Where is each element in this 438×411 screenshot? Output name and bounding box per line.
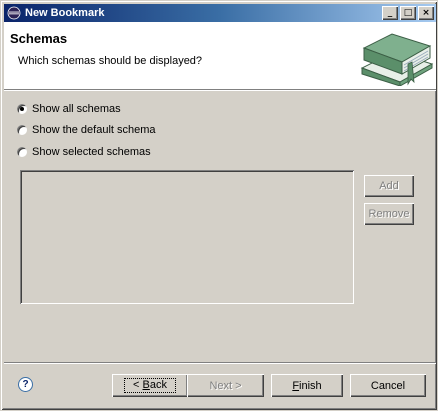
back-button-label: < Back (124, 378, 176, 393)
cancel-button[interactable]: Cancel (350, 374, 426, 397)
radio-label: Show all schemas (32, 103, 121, 115)
back-rest-text: ack (149, 379, 167, 391)
radio-show-default-schema[interactable]: Show the default schema (16, 123, 156, 137)
schema-list[interactable] (20, 170, 354, 304)
minimize-button[interactable]: _ (382, 6, 398, 20)
title-bar[interactable]: New Bookmark _ □ × (4, 4, 436, 22)
help-icon[interactable]: ? (18, 377, 33, 392)
page-title: Schemas (10, 31, 68, 46)
maximize-button[interactable]: □ (400, 6, 416, 20)
radio-button[interactable] (16, 146, 28, 158)
finish-button[interactable]: Finish (271, 374, 343, 397)
radio-label: Show selected schemas (32, 146, 151, 158)
eclipse-icon (6, 5, 22, 21)
banner-divider-highlight (4, 90, 436, 91)
back-arrow-text: < (133, 379, 143, 391)
finish-rest-text: inish (299, 379, 322, 392)
back-mnemonic: B (142, 379, 150, 391)
next-button[interactable]: Next > (187, 374, 264, 397)
radio-button[interactable] (16, 103, 28, 115)
close-button[interactable]: × (418, 6, 434, 20)
radio-label: Show the default schema (32, 124, 156, 136)
page-description: Which schemas should be displayed? (18, 55, 203, 67)
back-button[interactable]: < Back (112, 374, 188, 397)
remove-button[interactable]: Remove (364, 203, 414, 225)
radio-button[interactable] (16, 124, 28, 136)
books-icon (360, 33, 434, 86)
window-title: New Bookmark (25, 7, 105, 19)
radio-show-all-schemas[interactable]: Show all schemas (16, 102, 121, 116)
radio-show-selected-schemas[interactable]: Show selected schemas (16, 145, 151, 159)
add-button[interactable]: Add (364, 175, 414, 197)
new-bookmark-dialog: New Bookmark _ □ × Schemas Which schemas… (0, 0, 438, 411)
wizard-banner: Schemas Which schemas should be displaye… (4, 22, 436, 89)
footer-divider-highlight (4, 363, 436, 364)
finish-label: Finish (292, 380, 321, 392)
